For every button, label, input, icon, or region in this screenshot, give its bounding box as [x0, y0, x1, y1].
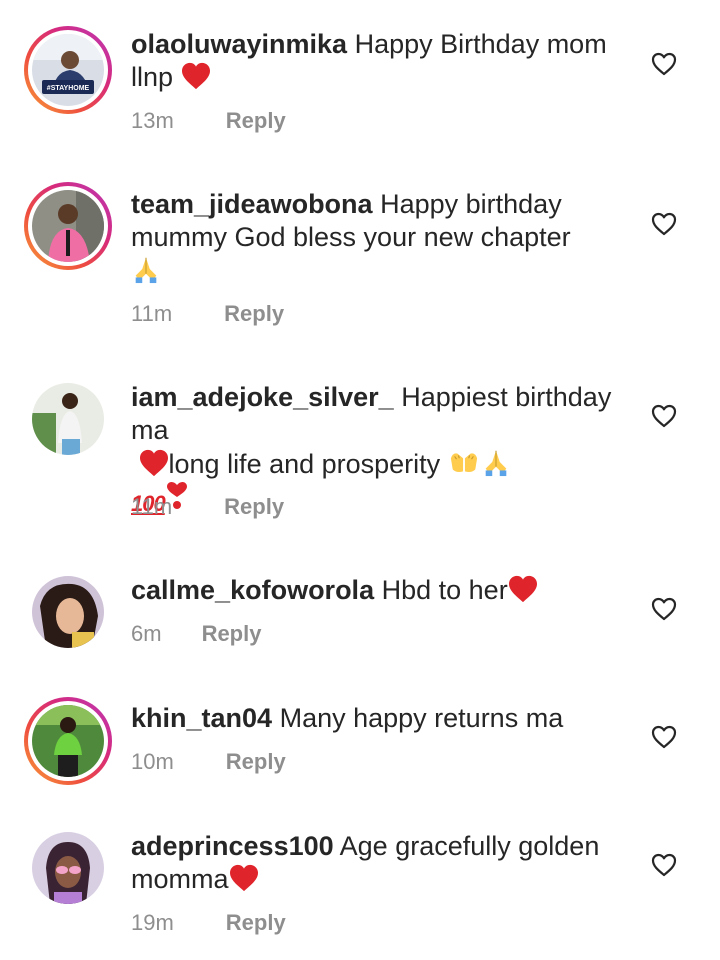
comment-username[interactable]: callme_kofoworola [131, 575, 374, 605]
comment-text: adeprincess100 Age gracefully golden mom… [131, 830, 651, 896]
comment-username[interactable]: khin_tan04 [131, 703, 272, 733]
reply-button[interactable]: Reply [224, 301, 284, 327]
like-heart-icon[interactable] [651, 853, 677, 877]
comment-body-cont: long life and prosperity [168, 449, 441, 479]
avatar-image [32, 576, 104, 648]
palms-up-together-icon [448, 447, 480, 477]
comment-text: team_jideawobona Happy birthday mummy Go… [131, 188, 651, 288]
comment-text: khin_tan04 Many happy returns ma [131, 702, 651, 735]
avatar-image [32, 832, 104, 904]
comment-meta: 13m Reply [131, 108, 286, 134]
red-heart-icon [229, 864, 259, 892]
comment-time: 19m [131, 910, 174, 935]
comment-time: 13m [131, 108, 174, 133]
comment-username[interactable]: team_jideawobona [131, 189, 373, 219]
folded-hands-icon [131, 254, 161, 284]
comment-meta: 10m Reply [131, 749, 286, 775]
avatar[interactable]: #STAYHOME [24, 26, 112, 114]
comment-text: callme_kofoworola Hbd to her [131, 574, 651, 607]
reply-button[interactable]: Reply [226, 108, 286, 134]
comment-time: 11m [131, 494, 173, 519]
reply-button[interactable]: Reply [226, 749, 286, 775]
comment-username[interactable]: adeprincess100 [131, 831, 334, 861]
reply-button[interactable]: Reply [224, 494, 284, 520]
reply-button[interactable]: Reply [226, 910, 286, 936]
avatar[interactable] [24, 182, 112, 270]
comment-time: 6m [131, 621, 162, 646]
comment-body: Many happy returns ma [279, 703, 564, 733]
like-heart-icon[interactable] [651, 212, 677, 236]
comment-username[interactable]: iam_adejoke_silver_ [131, 382, 394, 412]
comment-meta: 11m Reply [131, 301, 284, 327]
reply-button[interactable]: Reply [202, 621, 262, 647]
avatar-image [32, 190, 104, 262]
comment-username[interactable]: olaoluwayinmika [131, 29, 347, 59]
like-heart-icon[interactable] [651, 404, 677, 428]
avatar[interactable] [32, 383, 104, 455]
red-heart-icon [139, 449, 169, 477]
comment-time: 11m [131, 301, 173, 326]
comment-time: 10m [131, 749, 174, 774]
like-heart-icon[interactable] [651, 725, 677, 749]
svg-text:#STAYHOME: #STAYHOME [47, 85, 90, 92]
avatar-image [32, 705, 104, 777]
avatar[interactable] [32, 576, 104, 648]
avatar[interactable] [24, 697, 112, 785]
red-heart-icon [508, 575, 538, 603]
like-heart-icon[interactable] [651, 597, 677, 621]
comment-text: olaoluwayinmika Happy Birthday mom llnp [131, 28, 651, 94]
comment-meta: 11m Reply [131, 494, 284, 520]
avatar-image: #STAYHOME [32, 34, 104, 106]
comment-body: Hbd to her [381, 575, 508, 605]
red-heart-icon [181, 62, 211, 90]
avatar-image [32, 383, 104, 455]
avatar[interactable] [32, 832, 104, 904]
like-heart-icon[interactable] [651, 52, 677, 76]
folded-hands-icon [480, 447, 512, 477]
comment-meta: 19m Reply [131, 910, 286, 936]
comment-meta: 6m Reply [131, 621, 261, 647]
